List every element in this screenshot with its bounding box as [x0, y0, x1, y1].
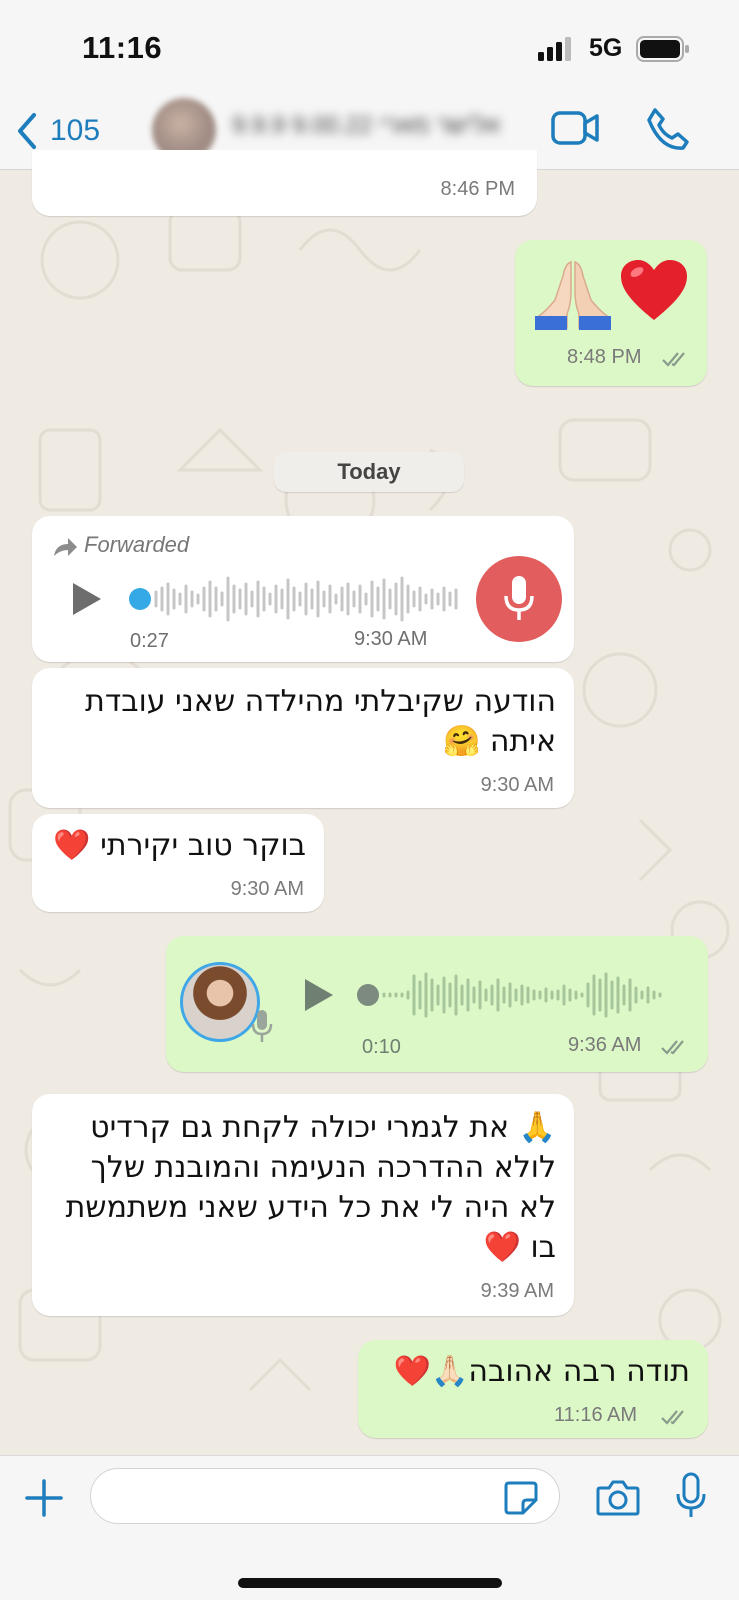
message-input[interactable] — [90, 1468, 560, 1524]
back-button[interactable]: 105 — [14, 106, 100, 156]
network-type: 5G — [589, 34, 623, 62]
status-bar: 11:16 5G — [0, 0, 739, 96]
message-text: תודה רבה אהובה🙏🏻❤️ — [393, 1354, 690, 1389]
voice-waveform[interactable] — [356, 970, 686, 1020]
message-time: 9:30 AM — [354, 628, 428, 650]
play-icon[interactable] — [302, 976, 336, 1014]
microphone-badge — [476, 556, 562, 642]
sender-avatar — [180, 962, 260, 1042]
message-time: 9:30 AM — [480, 774, 554, 796]
video-call-icon[interactable] — [550, 110, 600, 146]
message-composer — [0, 1455, 739, 1600]
message-bubble-outgoing[interactable]: 8:48 PM — [515, 240, 707, 386]
mic-indicator-icon — [251, 1010, 273, 1042]
camera-icon[interactable] — [596, 1478, 640, 1516]
message-text: הודעה שקיבלתי מהילדה שאני עובדת איתה 🤗 — [85, 684, 556, 759]
plus-icon[interactable] — [24, 1478, 64, 1518]
red-heart-emoji — [621, 260, 687, 320]
microphone-icon — [504, 576, 534, 620]
status-time: 11:16 — [82, 30, 163, 65]
voice-waveform[interactable] — [128, 574, 468, 624]
message-time: 8:46 PM — [440, 178, 515, 200]
message-text: 🙏 את לגמרי יכולה לקחת גם קרדיט לולא ההדר… — [65, 1110, 556, 1265]
praying-hands-emoji — [535, 260, 611, 330]
sticker-icon[interactable] — [503, 1480, 539, 1516]
outgoing-voice-message[interactable]: 0:10 9:36 AM — [166, 936, 708, 1072]
voice-duration: 0:27 — [130, 630, 169, 652]
message-time: 11:16 AM — [554, 1404, 638, 1426]
signal-strength-icon — [538, 37, 571, 61]
forward-arrow-icon — [54, 538, 77, 556]
phone-icon[interactable] — [645, 106, 689, 150]
message-bubble-incoming[interactable]: 🙏 את לגמרי יכולה לקחת גם קרדיט לולא ההדר… — [32, 1094, 574, 1316]
message-bubble-incoming[interactable]: 8:46 PM — [32, 150, 537, 216]
play-icon[interactable] — [70, 580, 104, 618]
forwarded-voice-message[interactable]: Forwarded 0:27 9:30 AM — [32, 516, 574, 662]
message-bubble-incoming[interactable]: הודעה שקיבלתי מהילדה שאני עובדת איתה 🤗 9… — [32, 668, 574, 808]
message-time: 8:48 PM — [567, 346, 642, 368]
message-bubble-outgoing[interactable]: תודה רבה אהובה🙏🏻❤️ 11:16 AM — [358, 1340, 708, 1438]
message-time: 9:30 AM — [230, 878, 304, 900]
read-ticks-icon — [662, 352, 685, 367]
date-chip: Today — [274, 452, 464, 492]
back-chevron-icon — [18, 113, 36, 149]
message-time: 9:39 AM — [480, 1280, 554, 1302]
read-ticks-icon — [661, 1410, 684, 1425]
message-bubble-incoming[interactable]: בוקר טוב יקירתי ❤️ 9:30 AM — [32, 814, 324, 912]
message-time: 9:36 AM — [568, 1034, 642, 1056]
unread-count: 105 — [50, 114, 101, 147]
home-indicator — [238, 1578, 502, 1588]
voice-duration: 0:10 — [362, 1036, 401, 1058]
read-ticks-icon — [661, 1040, 684, 1055]
battery-icon — [636, 36, 689, 62]
mic-icon[interactable] — [674, 1472, 708, 1520]
contact-name[interactable]: ‏אלישר מארי 9.00.22 9.9.9 — [232, 112, 514, 146]
message-text: בוקר טוב יקירתי ❤️ — [53, 828, 306, 863]
forwarded-label: Forwarded — [84, 532, 190, 557]
